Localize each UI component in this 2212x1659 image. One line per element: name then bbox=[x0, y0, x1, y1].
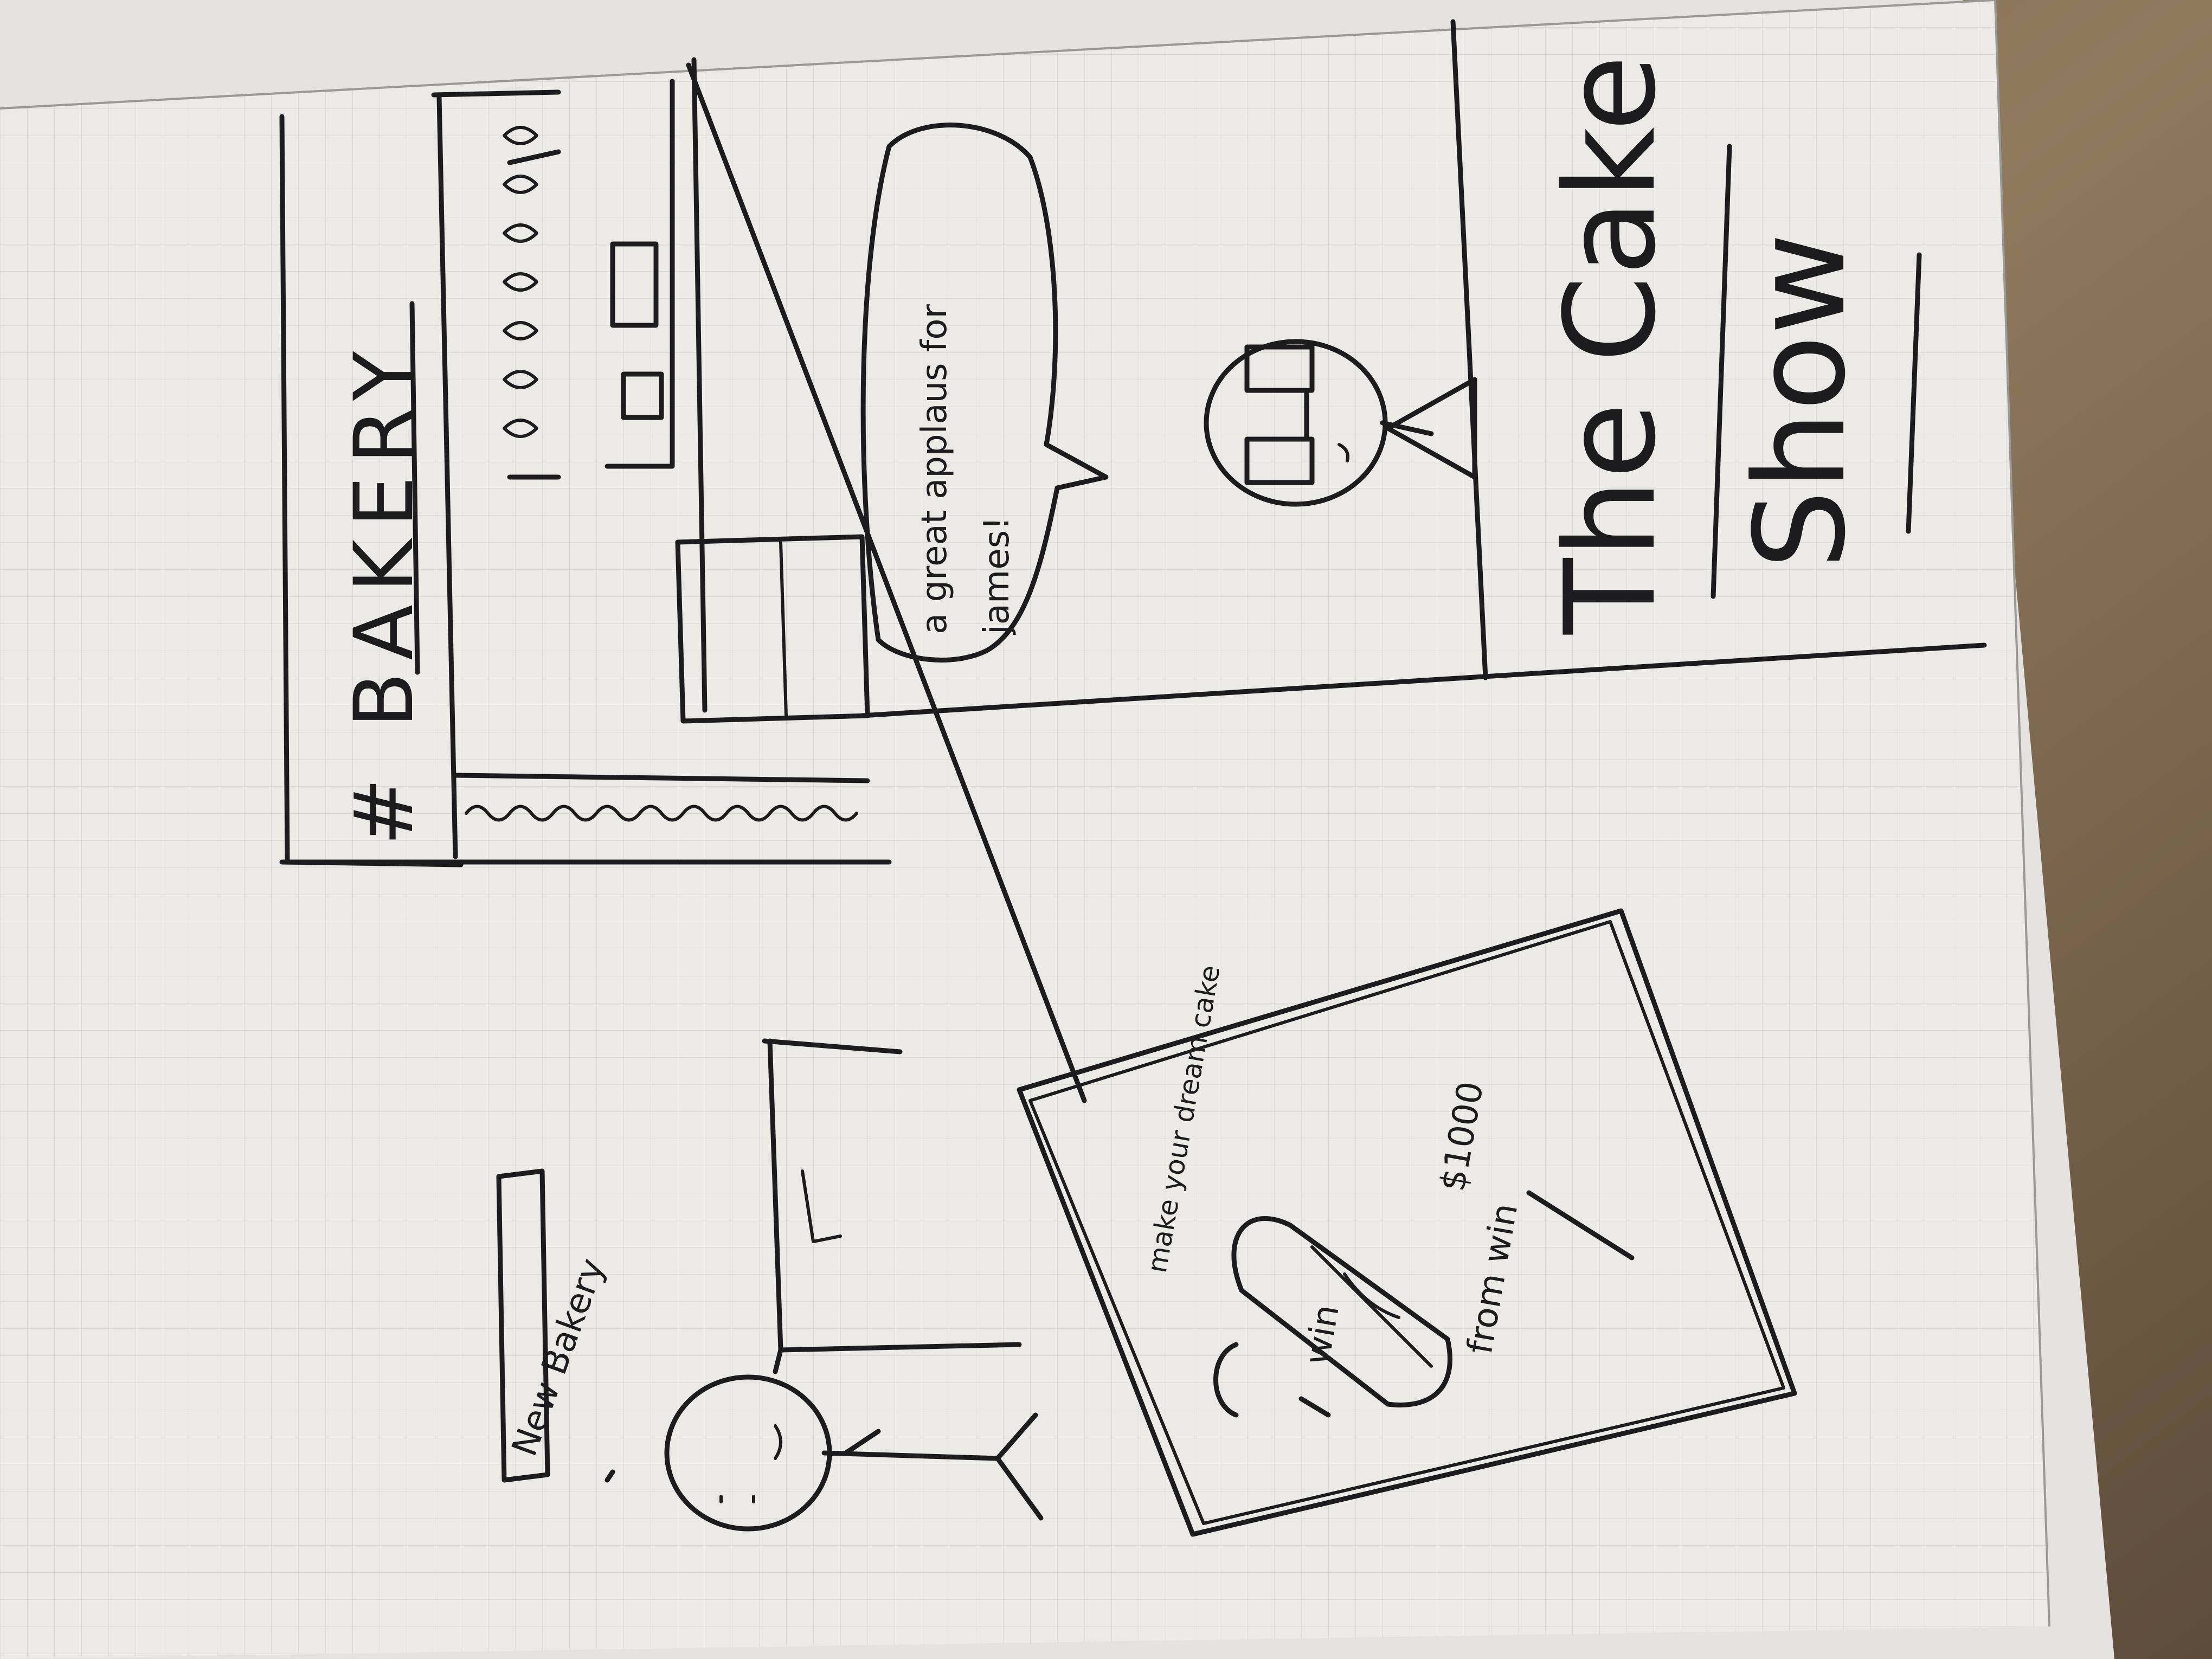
show-title-line-2: Show bbox=[1728, 233, 1873, 569]
speech-bubble-line-2: james! bbox=[977, 516, 1017, 635]
speech-bubble-line-1: a great applaus for bbox=[915, 304, 955, 634]
sketch-photo: # BAKERY a great applaus for james! The … bbox=[0, 0, 2212, 1659]
show-title-line-1: The Cake bbox=[1539, 55, 1683, 635]
